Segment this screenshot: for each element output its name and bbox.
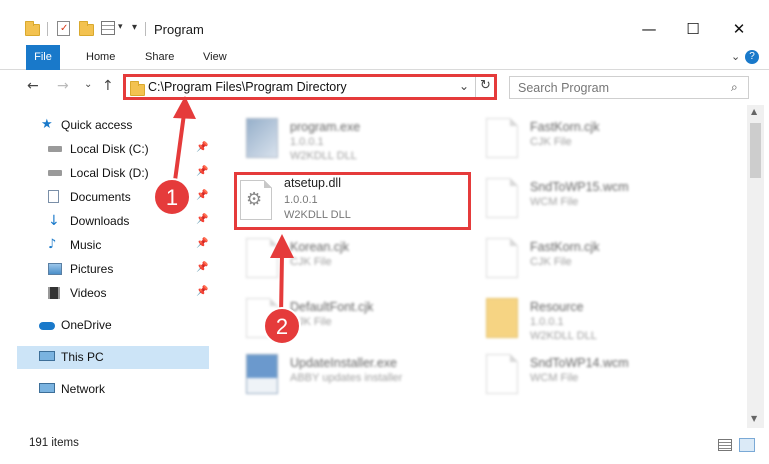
new-folder-icon[interactable] — [79, 21, 94, 36]
file-icon — [486, 178, 518, 218]
details-view-icon[interactable] — [718, 439, 732, 451]
file-item[interactable]: SndToWP15.wcm WCM File — [478, 172, 718, 228]
properties-icon[interactable]: ✓ — [57, 21, 70, 36]
ribbon: File Home Share View ⌄ ? — [0, 45, 769, 70]
pin-icon[interactable]: 📌 — [196, 166, 208, 177]
drive-icon — [48, 170, 62, 176]
file-icon — [486, 354, 518, 394]
documents-icon — [48, 190, 59, 203]
callout-number-1: 1 — [166, 185, 178, 210]
help-icon[interactable]: ? — [745, 50, 759, 64]
pin-icon[interactable]: 📌 — [196, 214, 208, 225]
pin-icon[interactable]: 📌 — [196, 238, 208, 249]
refresh-icon[interactable]: ↻ — [480, 78, 491, 93]
arrow-1 — [172, 96, 196, 190]
star-icon: ★ — [41, 117, 53, 132]
computer-icon — [39, 351, 55, 361]
maximize-button[interactable]: ☐ — [670, 14, 716, 44]
file-item[interactable]: DefaultFont.cjk CJK File — [238, 292, 478, 348]
file-icon — [246, 298, 278, 338]
videos-icon — [48, 287, 60, 299]
folder-icon — [130, 81, 145, 96]
forward-arrow-icon[interactable]: → — [57, 78, 69, 94]
installer-icon — [246, 354, 278, 394]
status-bar: 191 items — [0, 432, 769, 464]
tab-file[interactable]: File — [26, 45, 60, 70]
recent-locations-icon[interactable]: ⌄ — [84, 79, 92, 90]
divider — [47, 22, 48, 36]
resource-folder-icon — [486, 298, 518, 338]
scrollbar[interactable]: ▲ ▼ — [747, 105, 764, 428]
pictures-icon — [48, 263, 62, 275]
pin-icon[interactable]: 📌 — [196, 286, 208, 297]
file-icon — [486, 118, 518, 158]
downloads-icon: ↓ — [48, 213, 60, 229]
scrollbar-thumb[interactable] — [750, 123, 761, 178]
item-count: 191 items — [29, 437, 79, 449]
divider — [145, 22, 146, 36]
tab-view[interactable]: View — [203, 45, 227, 70]
scroll-down-icon[interactable]: ▼ — [751, 414, 757, 423]
folder-icon — [25, 21, 40, 36]
tab-share[interactable]: Share — [145, 45, 174, 70]
window-title: Program — [154, 22, 204, 37]
file-item[interactable]: Resource 1.0.0.1 W2KDLL DLL — [478, 292, 718, 348]
close-button[interactable]: ✕ — [716, 14, 762, 44]
chevron-down-icon[interactable]: ⌄ — [731, 50, 740, 63]
divider — [475, 77, 476, 97]
minimize-button[interactable]: — — [626, 14, 672, 44]
callout-badge-1: 1 — [153, 178, 191, 216]
search-input[interactable]: Search Program ⌕ — [509, 76, 749, 99]
search-icon: ⌕ — [731, 80, 738, 94]
file-item[interactable]: UpdateInstaller.exe ABBY updates install… — [238, 348, 478, 404]
customize-icon[interactable] — [101, 21, 115, 35]
chevron-down-icon[interactable]: ▾ — [118, 22, 123, 32]
file-icon — [486, 238, 518, 278]
address-bar[interactable]: C:\Program Files\Program Directory ⌄ ↻ — [123, 74, 497, 100]
file-item[interactable]: SndToWP14.wcm WCM File — [478, 348, 718, 404]
pin-icon[interactable]: 📌 — [196, 262, 208, 273]
chevron-down-icon[interactable]: ⌄ — [459, 79, 469, 93]
pin-icon[interactable]: 📌 — [196, 190, 208, 201]
network-icon — [39, 383, 55, 393]
dropdown-arrow-icon[interactable]: ▾ — [132, 22, 137, 33]
file-item[interactable]: FastKorn.cjk CJK File — [478, 232, 718, 288]
file-item[interactable]: FastKorn.cjk CJK File — [478, 112, 718, 168]
installer-icon — [246, 118, 278, 158]
scroll-up-icon[interactable]: ▲ — [751, 107, 757, 116]
up-arrow-icon[interactable]: ↑ — [102, 78, 114, 94]
search-placeholder: Search Program — [518, 81, 610, 95]
file-icon — [246, 238, 278, 278]
file-item[interactable]: program.exe 1.0.0.1 W2KDLL DLL — [238, 112, 478, 168]
cloud-icon — [39, 322, 55, 330]
back-arrow-icon[interactable]: ← — [27, 78, 39, 94]
drive-icon — [48, 146, 62, 152]
file-item[interactable]: Korean.cjk CJK File — [238, 232, 478, 288]
title-bar: ✓ ▾ ▾ Program — ☐ ✕ — [0, 0, 769, 45]
tab-home[interactable]: Home — [86, 45, 115, 70]
pin-icon[interactable]: 📌 — [196, 142, 208, 153]
highlight-box — [234, 172, 471, 230]
large-icons-view-icon[interactable] — [739, 438, 755, 452]
music-icon: ♪ — [48, 237, 57, 252]
address-path: C:\Program Files\Program Directory — [148, 80, 347, 94]
